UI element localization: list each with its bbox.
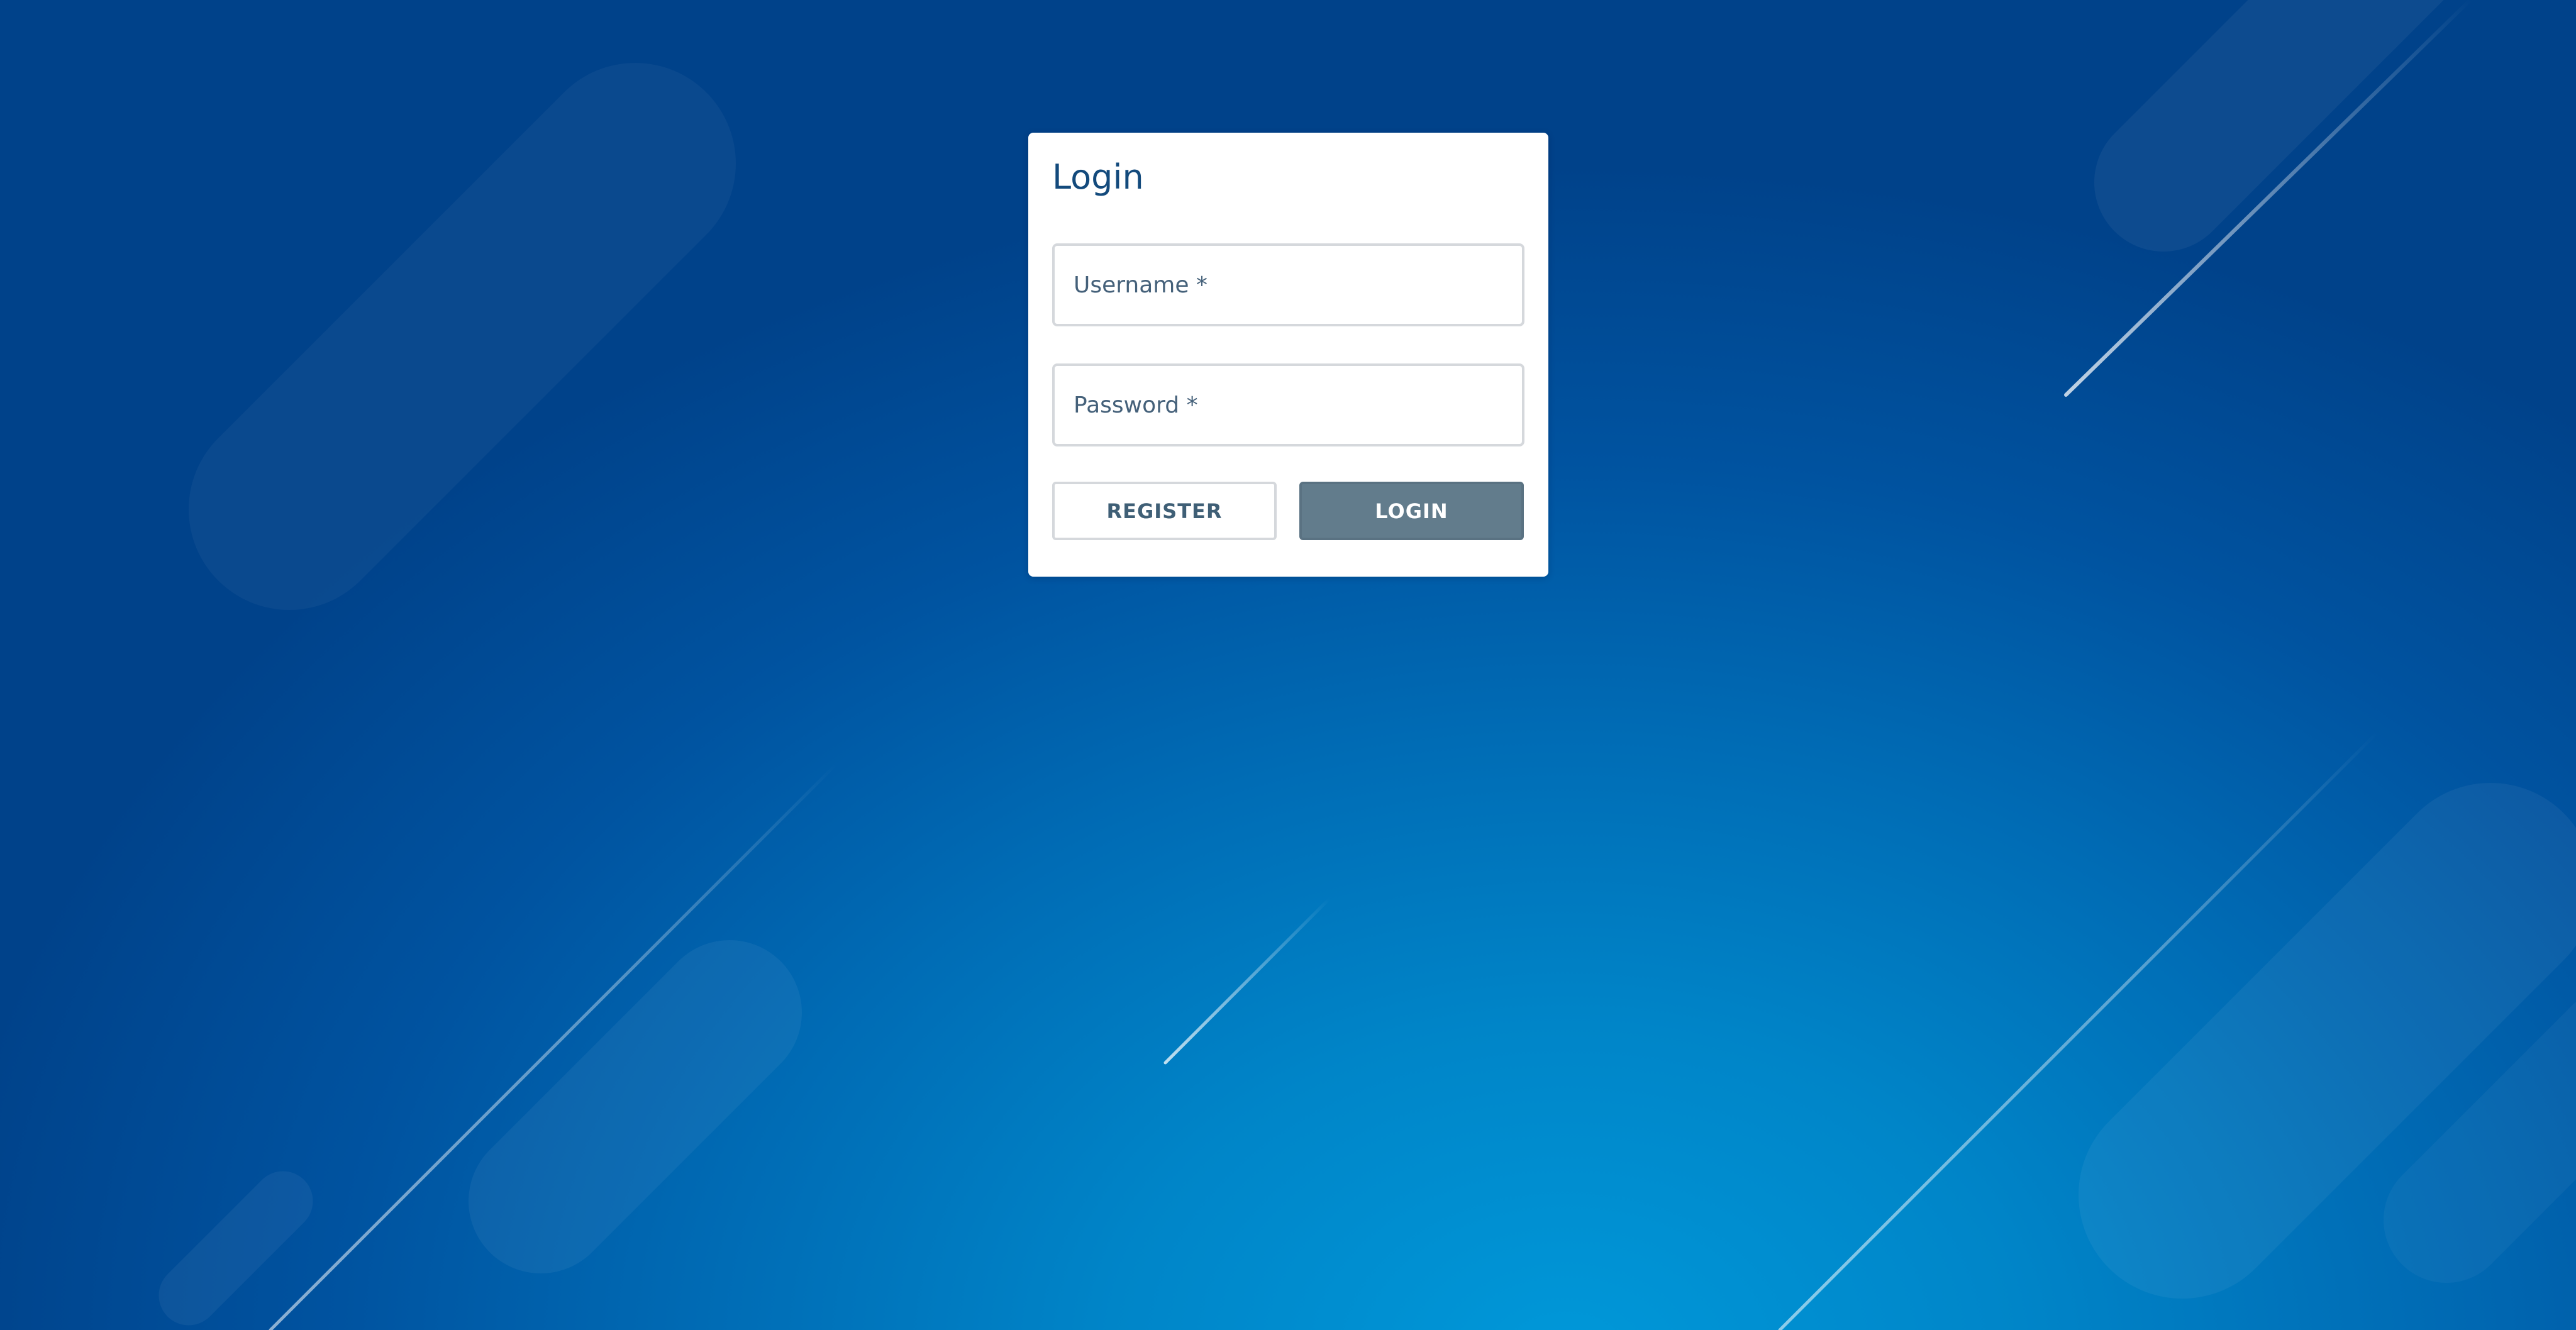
register-button[interactable]: REGISTER <box>1052 482 1277 540</box>
username-input[interactable] <box>1055 246 1522 324</box>
password-input[interactable] <box>1055 366 1522 444</box>
login-card: Login REGISTER LOGIN <box>1028 133 1548 577</box>
password-field[interactable] <box>1052 363 1524 446</box>
login-button[interactable]: LOGIN <box>1299 482 1524 540</box>
username-field[interactable] <box>1052 243 1524 326</box>
login-title: Login <box>1052 157 1144 197</box>
